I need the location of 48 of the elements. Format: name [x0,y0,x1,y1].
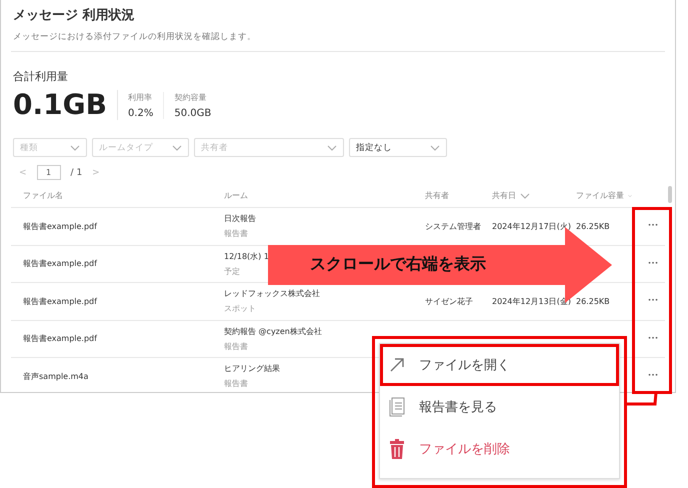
room-type: スポット [224,303,256,314]
room-type: 報告書 [224,378,248,390]
column-header[interactable]: ファイル容量 [576,190,624,201]
size-cell: 26.25KB [576,222,610,231]
column-header: 共有者 [425,190,449,201]
menu-item[interactable]: ファイルを削除 [380,428,619,470]
column-header: ファイル名 [23,190,63,201]
usage-label: 合計利用量 [13,69,68,84]
annotation-label: スクロールで右端を表示 [310,254,486,275]
chevron-down-icon [172,144,182,150]
page-subtitle: メッセージにおける添付ファイルの利用状況を確認します。 [13,31,256,43]
room-name: 契約報告 @cyzen株式会社 [224,326,322,337]
file-name-cell-text: 報告書example.pdf [23,258,98,270]
room-type: 報告書 [224,228,248,240]
file-name-cell-text: 報告書example.pdf [23,333,98,344]
stat-value: 0.2% [128,108,154,118]
page-title: メッセージ 利用状況 [13,7,135,24]
stat-label: 契約容量 [174,92,208,102]
room-name: 12/18(水) 1 [224,250,269,262]
file-name-cell-text: 音声sample.m4a [23,370,90,382]
room-name: 日次報告 [224,213,256,224]
room-name: レッドフォックス株式会社 [224,288,320,300]
chevron-down-icon [430,144,440,150]
stat-value: 50.0GB [174,108,212,118]
room-name: ヒアリング結果 [224,363,280,374]
trash-icon [389,439,405,459]
filter-dropdown[interactable]: 指定なし [349,138,447,157]
chevron-down-icon [70,144,80,150]
file-name-cell-text: 報告書example.pdf [23,296,98,307]
size-cell: 26.25KB [576,296,610,306]
scrollbar[interactable] [668,186,672,203]
sort-icon [520,192,530,198]
stat-label: 利用率 [128,92,153,102]
file-name-cell-text: 報告書example.pdf [23,220,98,232]
document-icon [389,397,405,417]
menu-item[interactable]: ファイルを開く [380,344,619,386]
sharer-cell: サイゼン花子 [425,296,473,306]
column-header: ルーム [224,190,248,201]
chevron-down-icon [327,144,337,150]
page-input[interactable]: 1 [36,165,61,180]
usage-total: 0.1GB [13,90,118,120]
sharer-cell: システム管理者 [425,222,481,231]
page-total: / 1 [70,168,82,178]
column-header[interactable]: 共有日 [492,190,516,201]
arrow-up-right-icon [389,357,405,373]
room-type: 報告書 [224,340,248,352]
room-type: 予定 [224,266,240,277]
menu-item[interactable]: 報告書を見る [380,386,619,428]
